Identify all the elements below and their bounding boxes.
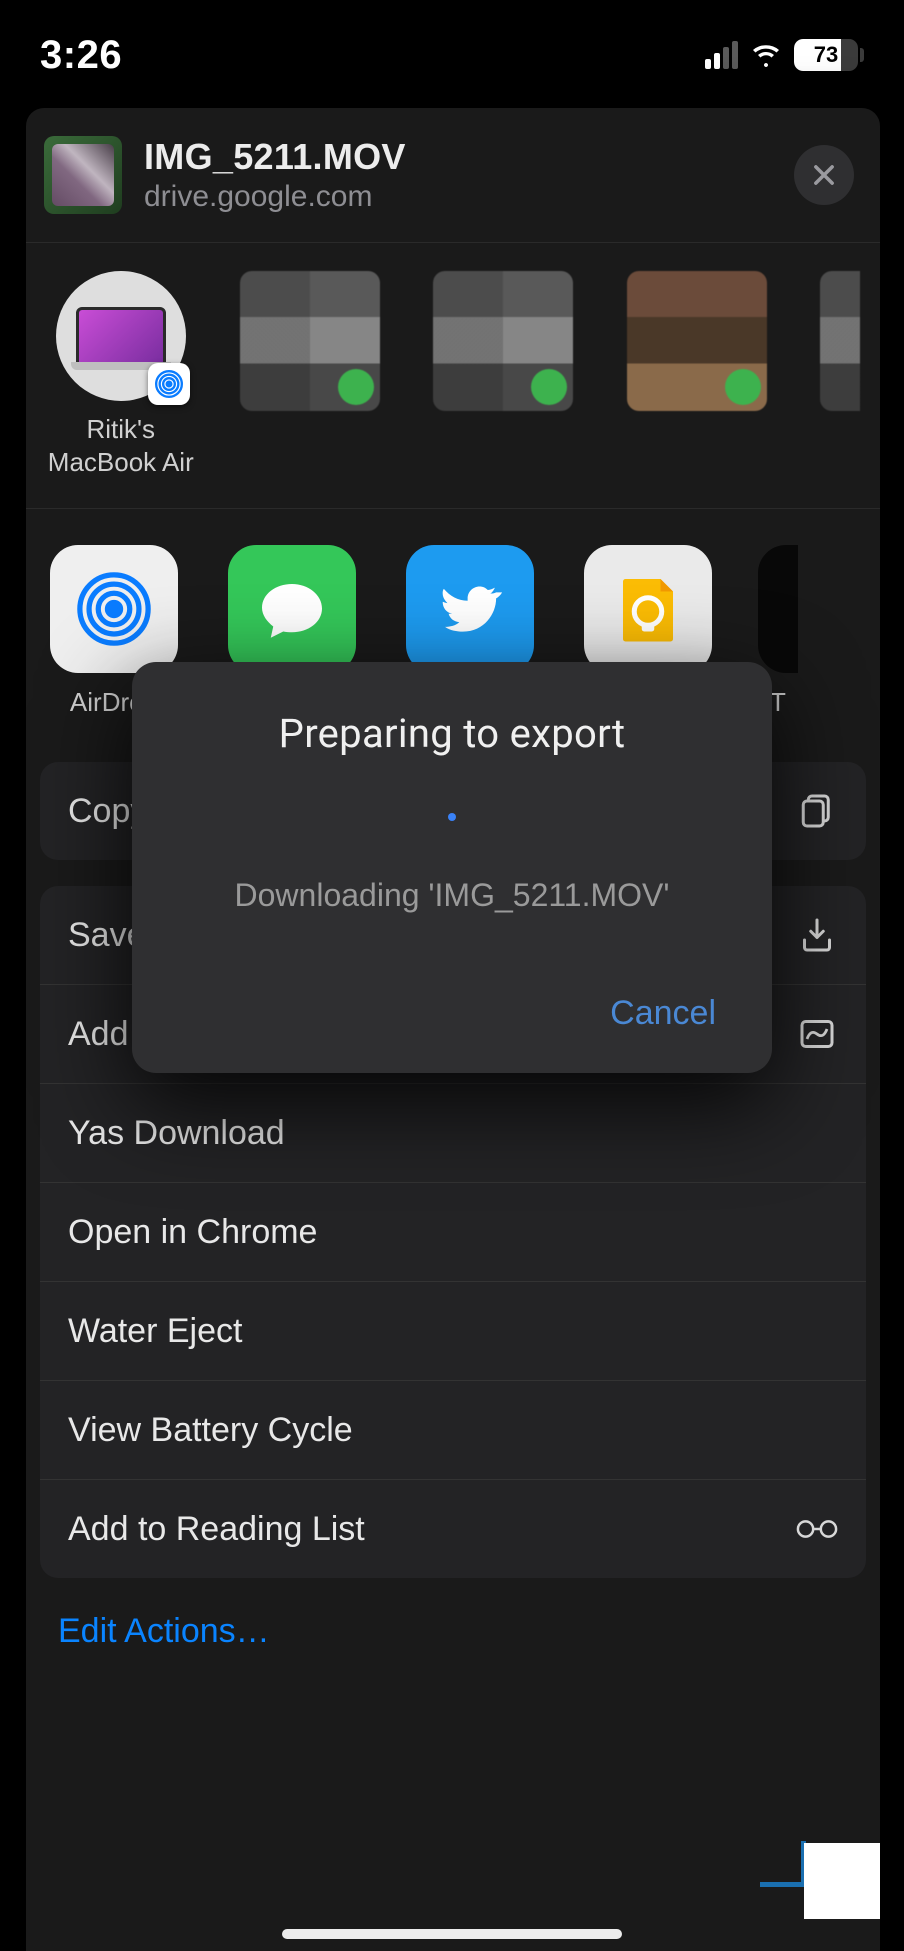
loading-spinner-icon (174, 757, 730, 877)
messages-icon (228, 545, 356, 673)
airdrop-badge-icon (148, 363, 190, 405)
airdrop-target-redacted[interactable] (240, 271, 390, 478)
file-name: IMG_5211.MOV (144, 136, 772, 178)
target-label-line2: MacBook Air (46, 446, 196, 479)
watermark-fragment (804, 1843, 880, 1919)
home-indicator[interactable] (282, 1929, 622, 1939)
airdrop-targets[interactable]: Ritik's MacBook Air (26, 243, 880, 509)
action-label: View Battery Cycle (68, 1411, 353, 1450)
keep-icon (584, 545, 712, 673)
macbook-icon (76, 307, 166, 365)
status-indicators: 73 (705, 39, 864, 71)
close-icon (810, 161, 838, 189)
airdrop-target-macbook[interactable]: Ritik's MacBook Air (46, 271, 196, 478)
airdrop-icon (50, 545, 178, 673)
app-icon (758, 545, 798, 673)
action-open-chrome[interactable]: Open in Chrome (40, 1182, 866, 1281)
action-yas-download[interactable]: Yas Download (40, 1083, 866, 1182)
freeform-icon (796, 1013, 838, 1055)
share-header: IMG_5211.MOV drive.google.com (26, 108, 880, 243)
battery-icon: 73 (794, 39, 864, 71)
action-label: Open in Chrome (68, 1213, 317, 1252)
dialog-message: Downloading 'IMG_5211.MOV' (174, 877, 730, 914)
airdrop-target-redacted[interactable] (433, 271, 583, 478)
airdrop-target-redacted[interactable] (820, 271, 860, 478)
status-time: 3:26 (40, 33, 122, 78)
save-icon (796, 914, 838, 956)
target-label-line1: Ritik's (46, 413, 196, 446)
edit-actions-link[interactable]: Edit Actions… (58, 1612, 880, 1651)
action-water-eject[interactable]: Water Eject (40, 1281, 866, 1380)
close-button[interactable] (794, 145, 854, 205)
wifi-icon (750, 43, 782, 67)
status-bar: 3:26 73 (0, 0, 904, 92)
cancel-button[interactable]: Cancel (596, 984, 730, 1043)
action-view-battery-cycle[interactable]: View Battery Cycle (40, 1380, 866, 1479)
battery-percent: 73 (814, 42, 838, 68)
file-thumbnail (44, 136, 122, 214)
action-label: Add to Reading List (68, 1510, 365, 1549)
action-add-reading-list[interactable]: Add to Reading List (40, 1479, 866, 1578)
action-label: Water Eject (68, 1312, 242, 1351)
export-dialog: Preparing to export Downloading 'IMG_521… (132, 662, 772, 1073)
dialog-title: Preparing to export (174, 710, 730, 757)
twitter-icon (406, 545, 534, 673)
cellular-icon (705, 41, 738, 69)
airdrop-target-redacted[interactable] (627, 271, 777, 478)
glasses-icon (796, 1508, 838, 1550)
action-label: Yas Download (68, 1114, 285, 1153)
file-source: drive.google.com (144, 180, 772, 214)
copy-icon (796, 790, 838, 832)
watermark-fragment (760, 1841, 806, 1887)
